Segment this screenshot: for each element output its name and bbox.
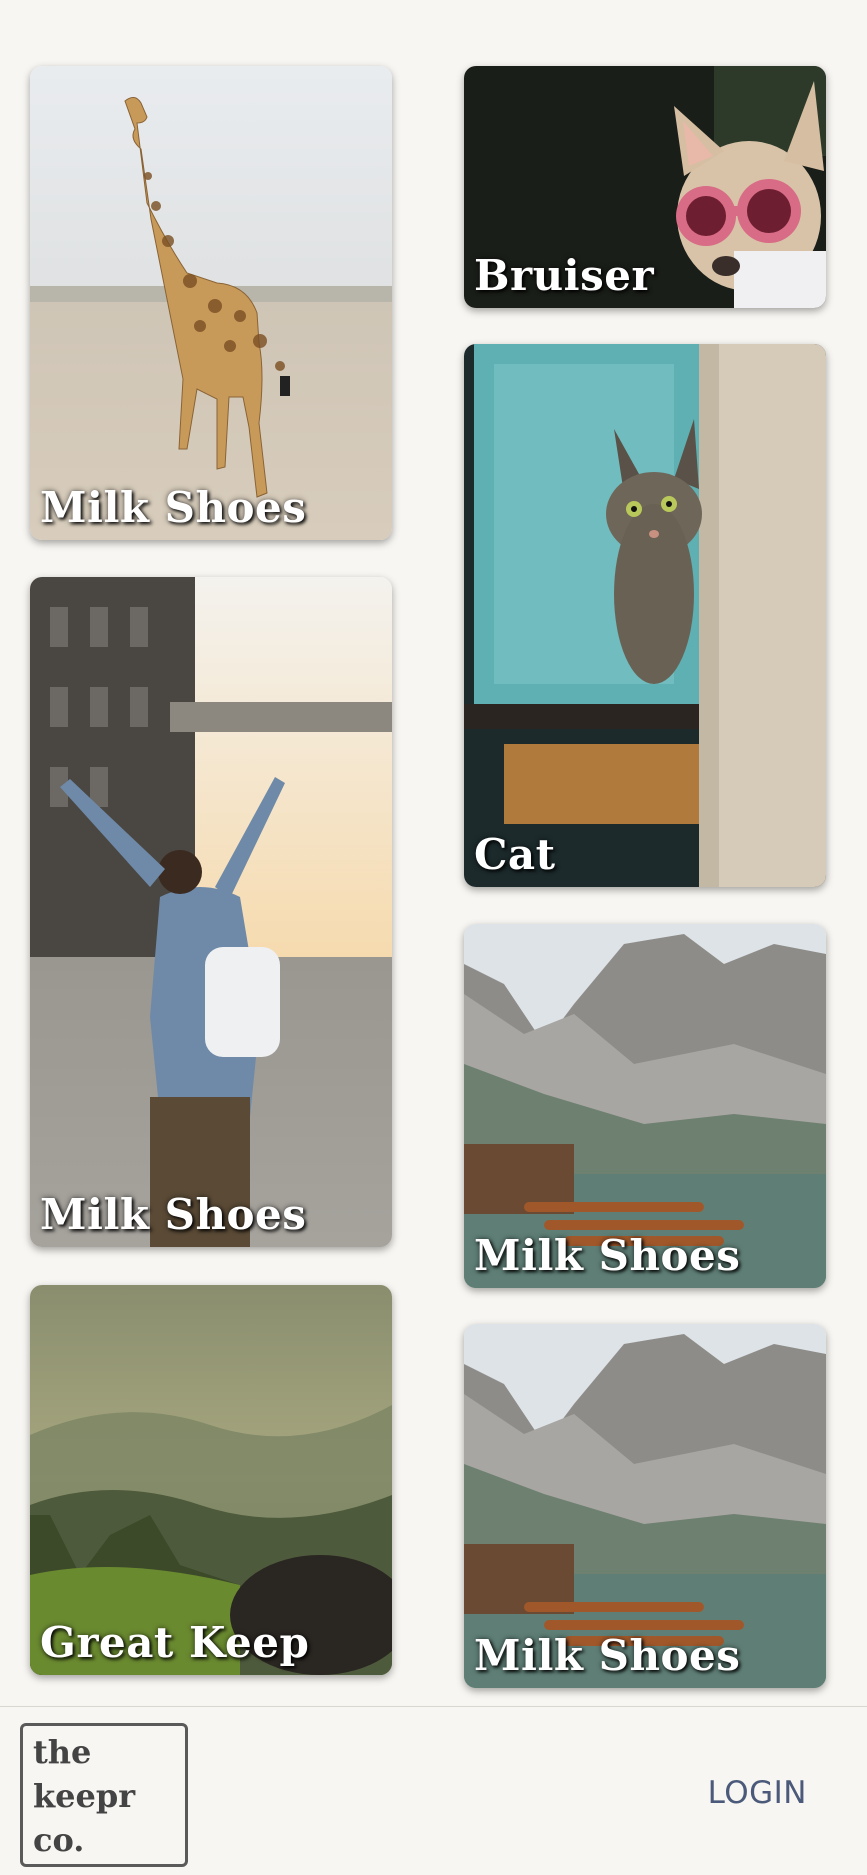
keep-card-caption: Milk Shoes — [40, 483, 307, 532]
login-button[interactable]: LOGIN — [708, 1775, 807, 1811]
keep-card-caption: Milk Shoes — [40, 1190, 307, 1239]
logo-line: the — [33, 1733, 92, 1771]
keep-card-caption: Milk Shoes — [474, 1631, 741, 1680]
keep-card-caption: Cat — [474, 830, 556, 879]
keep-card-caption: Bruiser — [474, 251, 655, 300]
keep-card-mountain-lake[interactable]: Milk Shoes — [464, 924, 826, 1288]
cat-peeking-photo — [464, 344, 826, 887]
logo-line: co. — [33, 1821, 85, 1859]
misty-mountains-photo — [30, 1285, 392, 1675]
keepr-logo[interactable]: the keepr co. — [20, 1723, 188, 1867]
logo-line: keepr — [33, 1777, 136, 1815]
keep-card-misty-mountains[interactable]: Great Keep — [30, 1285, 392, 1675]
giraffe-photo — [30, 66, 392, 540]
keep-card-giraffe[interactable]: Milk Shoes — [30, 66, 392, 540]
keeps-page: Milk Shoes Bruiser Milk Shoes Cat Milk S… — [0, 0, 867, 1875]
keep-card-caption: Great Keep — [40, 1618, 310, 1667]
keep-card-backpacker[interactable]: Milk Shoes — [30, 577, 392, 1247]
keep-card-caption: Milk Shoes — [474, 1231, 741, 1280]
bottom-navbar: the keepr co. LOGIN — [0, 1706, 867, 1875]
keep-card-mountain-lake-2[interactable]: Milk Shoes — [464, 1324, 826, 1688]
keep-card-cat[interactable]: Cat — [464, 344, 826, 887]
keep-card-dog[interactable]: Bruiser — [464, 66, 826, 308]
backpacker-photo — [30, 577, 392, 1247]
